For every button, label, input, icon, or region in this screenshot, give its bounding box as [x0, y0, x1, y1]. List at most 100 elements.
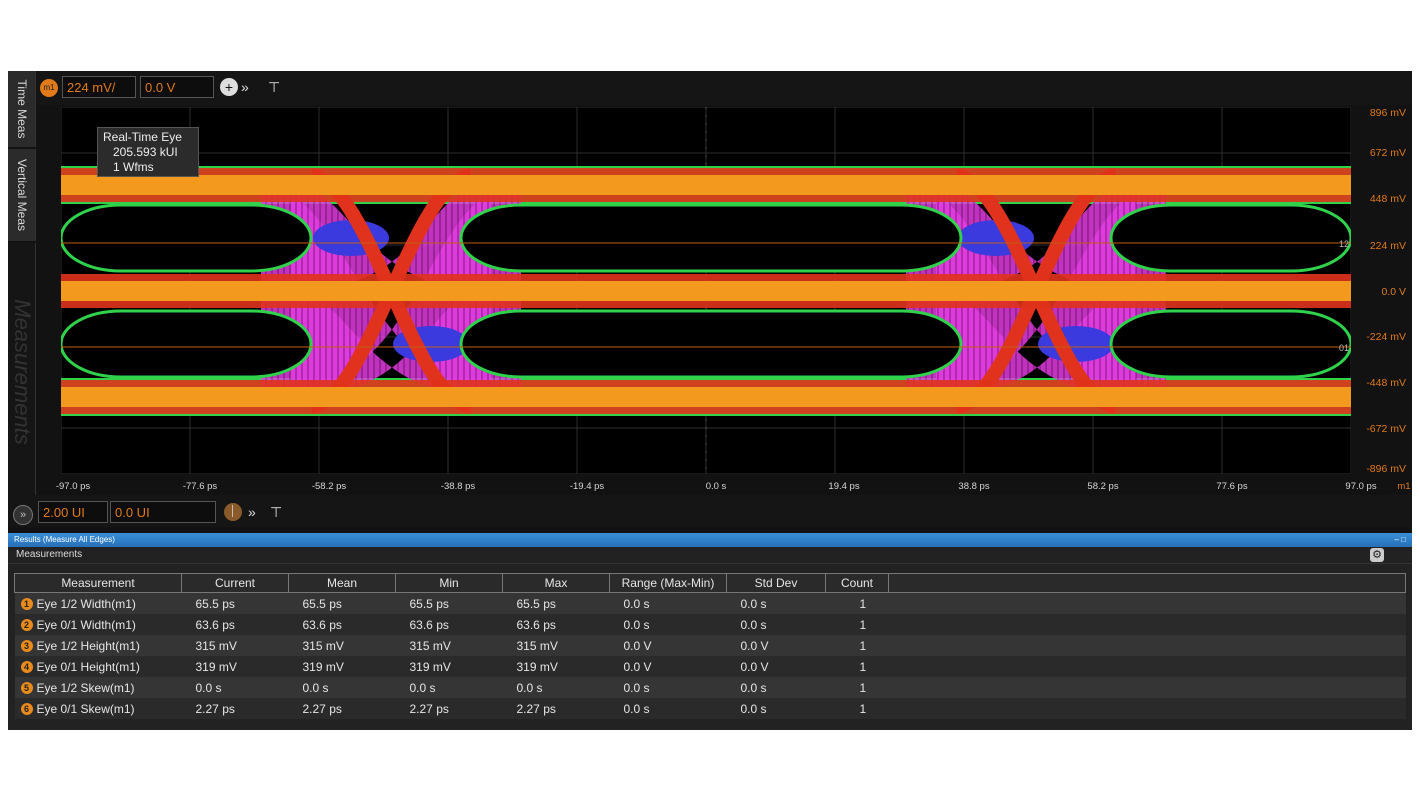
- tooltip-line-1: Real-Time Eye: [103, 130, 182, 144]
- results-panel: Results (Measure All Edges) – □ Measurem…: [8, 533, 1412, 730]
- column-header[interactable]: Std Dev: [726, 573, 826, 593]
- cell-filler: [888, 677, 1406, 698]
- cell-min: 315 mV: [395, 635, 503, 656]
- cell-max: 319 mV: [502, 656, 610, 677]
- tab-time-meas-label: Time Meas: [14, 79, 29, 139]
- y-tick-label: -672 mV: [1366, 423, 1406, 435]
- results-header[interactable]: Results (Measure All Edges) – □: [8, 533, 1412, 547]
- cell-std: 0.0 V: [726, 656, 826, 677]
- tab-vertical-meas-label: Vertical Meas: [14, 158, 29, 232]
- add-icon[interactable]: +: [220, 78, 238, 96]
- table-row[interactable]: 2 Eye 0/1 Width(m1) 63.6 ps 63.6 ps 63.6 ps 6…: [14, 614, 1406, 635]
- eye-opening: [59, 309, 313, 379]
- channel-badge[interactable]: m1: [40, 79, 58, 97]
- cell-range: 0.0 V: [609, 656, 727, 677]
- column-header[interactable]: Range (Max-Min): [609, 573, 727, 593]
- upper-threshold-label: 12: [1339, 239, 1349, 249]
- measurement-name-cell: 5 Eye 1/2 Skew(m1): [14, 677, 182, 698]
- horizontal-toolbar: » 2.00 UI 0.0 UI │ » ⊤: [8, 495, 1412, 527]
- row-index-badge: 5: [20, 682, 33, 695]
- tab-measurements[interactable]: Measurements: [8, 243, 36, 501]
- column-header[interactable]: Mean: [288, 573, 396, 593]
- y-tick-label: 448 mV: [1369, 193, 1406, 205]
- measurement-name: Eye 0/1 Skew(m1): [36, 701, 135, 716]
- x-tick-label: -19.4 ps: [569, 481, 605, 492]
- expand-chevron-icon[interactable]: »: [248, 503, 256, 521]
- y-tick-label: 0.0 V: [1381, 286, 1406, 298]
- measurement-name: Eye 1/2 Height(m1): [36, 638, 140, 653]
- cell-filler: [888, 635, 1406, 656]
- pan-knob-icon[interactable]: │: [224, 503, 242, 521]
- cell-max: 0.0 s: [502, 677, 610, 698]
- tab-time-meas[interactable]: Time Meas: [8, 71, 36, 147]
- table-row[interactable]: 6 Eye 0/1 Skew(m1) 2.27 ps 2.27 ps 2.27 ps 2.…: [14, 698, 1406, 719]
- measurement-name-cell: 4 Eye 0/1 Height(m1): [14, 656, 182, 677]
- eye-band-core: [61, 281, 1351, 301]
- eye-opening: [1109, 309, 1353, 379]
- cell-current: 0.0 s: [181, 677, 289, 698]
- eye-diagram-canvas: 12 01: [59, 106, 1353, 475]
- vertical-offset-field[interactable]: 0.0 V: [140, 76, 214, 98]
- table-row[interactable]: 1 Eye 1/2 Width(m1) 65.5 ps 65.5 ps 65.5 ps 6…: [14, 592, 1406, 614]
- pin-icon[interactable]: ⊤: [268, 78, 280, 96]
- eye-diagram-plot[interactable]: 12 01: [59, 106, 1353, 475]
- pin-icon[interactable]: ⊤: [270, 503, 282, 521]
- cell-count: 1: [825, 677, 889, 698]
- cell-range: 0.0 s: [609, 677, 727, 698]
- column-header[interactable]: Current: [181, 573, 289, 593]
- measurement-name-cell: 3 Eye 1/2 Height(m1): [14, 635, 182, 656]
- vertical-scale-field[interactable]: 224 mV/: [62, 76, 136, 98]
- horizontal-scale-field[interactable]: 2.00 UI: [38, 501, 108, 523]
- x-tick-label: 19.4 ps: [828, 481, 860, 492]
- cell-range: 0.0 s: [609, 592, 727, 614]
- cell-std: 0.0 s: [726, 698, 826, 719]
- cell-mean: 65.5 ps: [288, 592, 396, 614]
- table-row[interactable]: 4 Eye 0/1 Height(m1) 319 mV 319 mV 319 mV 319…: [14, 656, 1406, 677]
- settings-gear-icon[interactable]: ⚙: [1370, 548, 1384, 562]
- cell-current: 319 mV: [181, 656, 289, 677]
- cell-max: 65.5 ps: [502, 592, 610, 614]
- eye-opening: [59, 203, 313, 273]
- vertical-toolbar: m1 224 mV/ 0.0 V + » ⊤: [36, 71, 1412, 105]
- measurement-name: Eye 1/2 Skew(m1): [36, 680, 135, 695]
- measurement-name: Eye 0/1 Height(m1): [36, 659, 140, 674]
- measurements-table: Measurement Current Mean Min Max Range (Max-M…: [14, 573, 1406, 719]
- y-tick-label: -224 mV: [1366, 331, 1406, 343]
- row-index-badge: 3: [20, 640, 33, 653]
- horizontal-position-field[interactable]: 0.0 UI: [110, 501, 216, 523]
- eye-info-tooltip: Real-Time Eye 205.593 kUI 1 Wfms: [97, 127, 199, 177]
- measurements-title: Measurements: [16, 549, 83, 560]
- eye-traces: [59, 166, 1353, 416]
- x-tick-label: -77.6 ps: [182, 481, 218, 492]
- row-index-badge: 2: [20, 619, 33, 632]
- cell-range: 0.0 s: [609, 614, 727, 635]
- cell-filler: [888, 592, 1406, 614]
- cell-std: 0.0 s: [726, 677, 826, 698]
- cell-current: 65.5 ps: [181, 592, 289, 614]
- table-row[interactable]: 3 Eye 1/2 Height(m1) 315 mV 315 mV 315 mV 315…: [14, 635, 1406, 656]
- table-row[interactable]: 5 Eye 1/2 Skew(m1) 0.0 s 0.0 s 0.0 s 0.0 s 0.0…: [14, 677, 1406, 698]
- tab-vertical-meas[interactable]: Vertical Meas: [8, 149, 36, 241]
- x-axis-unit: m1: [1397, 481, 1411, 492]
- collapse-panel-icon[interactable]: »: [13, 505, 33, 525]
- cell-min: 63.6 ps: [395, 614, 503, 635]
- cell-mean: 0.0 s: [288, 677, 396, 698]
- x-tick-label: 38.8 ps: [958, 481, 990, 492]
- results-collapse-icon[interactable]: – □: [1394, 533, 1406, 547]
- column-header[interactable]: Max: [502, 573, 610, 593]
- measurement-name-cell: 1 Eye 1/2 Width(m1): [14, 592, 182, 614]
- measurements-section: Measurements ⚙: [8, 547, 1412, 564]
- expand-chevron-icon[interactable]: »: [241, 78, 249, 96]
- column-header[interactable]: Measurement: [14, 573, 182, 593]
- y-tick-label: -896 mV: [1366, 463, 1406, 475]
- cell-mean: 63.6 ps: [288, 614, 396, 635]
- x-tick-label: -38.8 ps: [440, 481, 476, 492]
- column-header[interactable]: Count: [825, 573, 889, 593]
- x-tick-label: 0.0 s: [705, 481, 727, 492]
- lower-threshold-label: 01: [1339, 343, 1349, 353]
- tooltip-line-2: 205.593 kUI: [113, 145, 178, 159]
- eye-opening: [459, 309, 963, 379]
- measurement-name: Eye 1/2 Width(m1): [36, 596, 136, 611]
- row-index-badge: 4: [20, 661, 33, 674]
- column-header[interactable]: Min: [395, 573, 503, 593]
